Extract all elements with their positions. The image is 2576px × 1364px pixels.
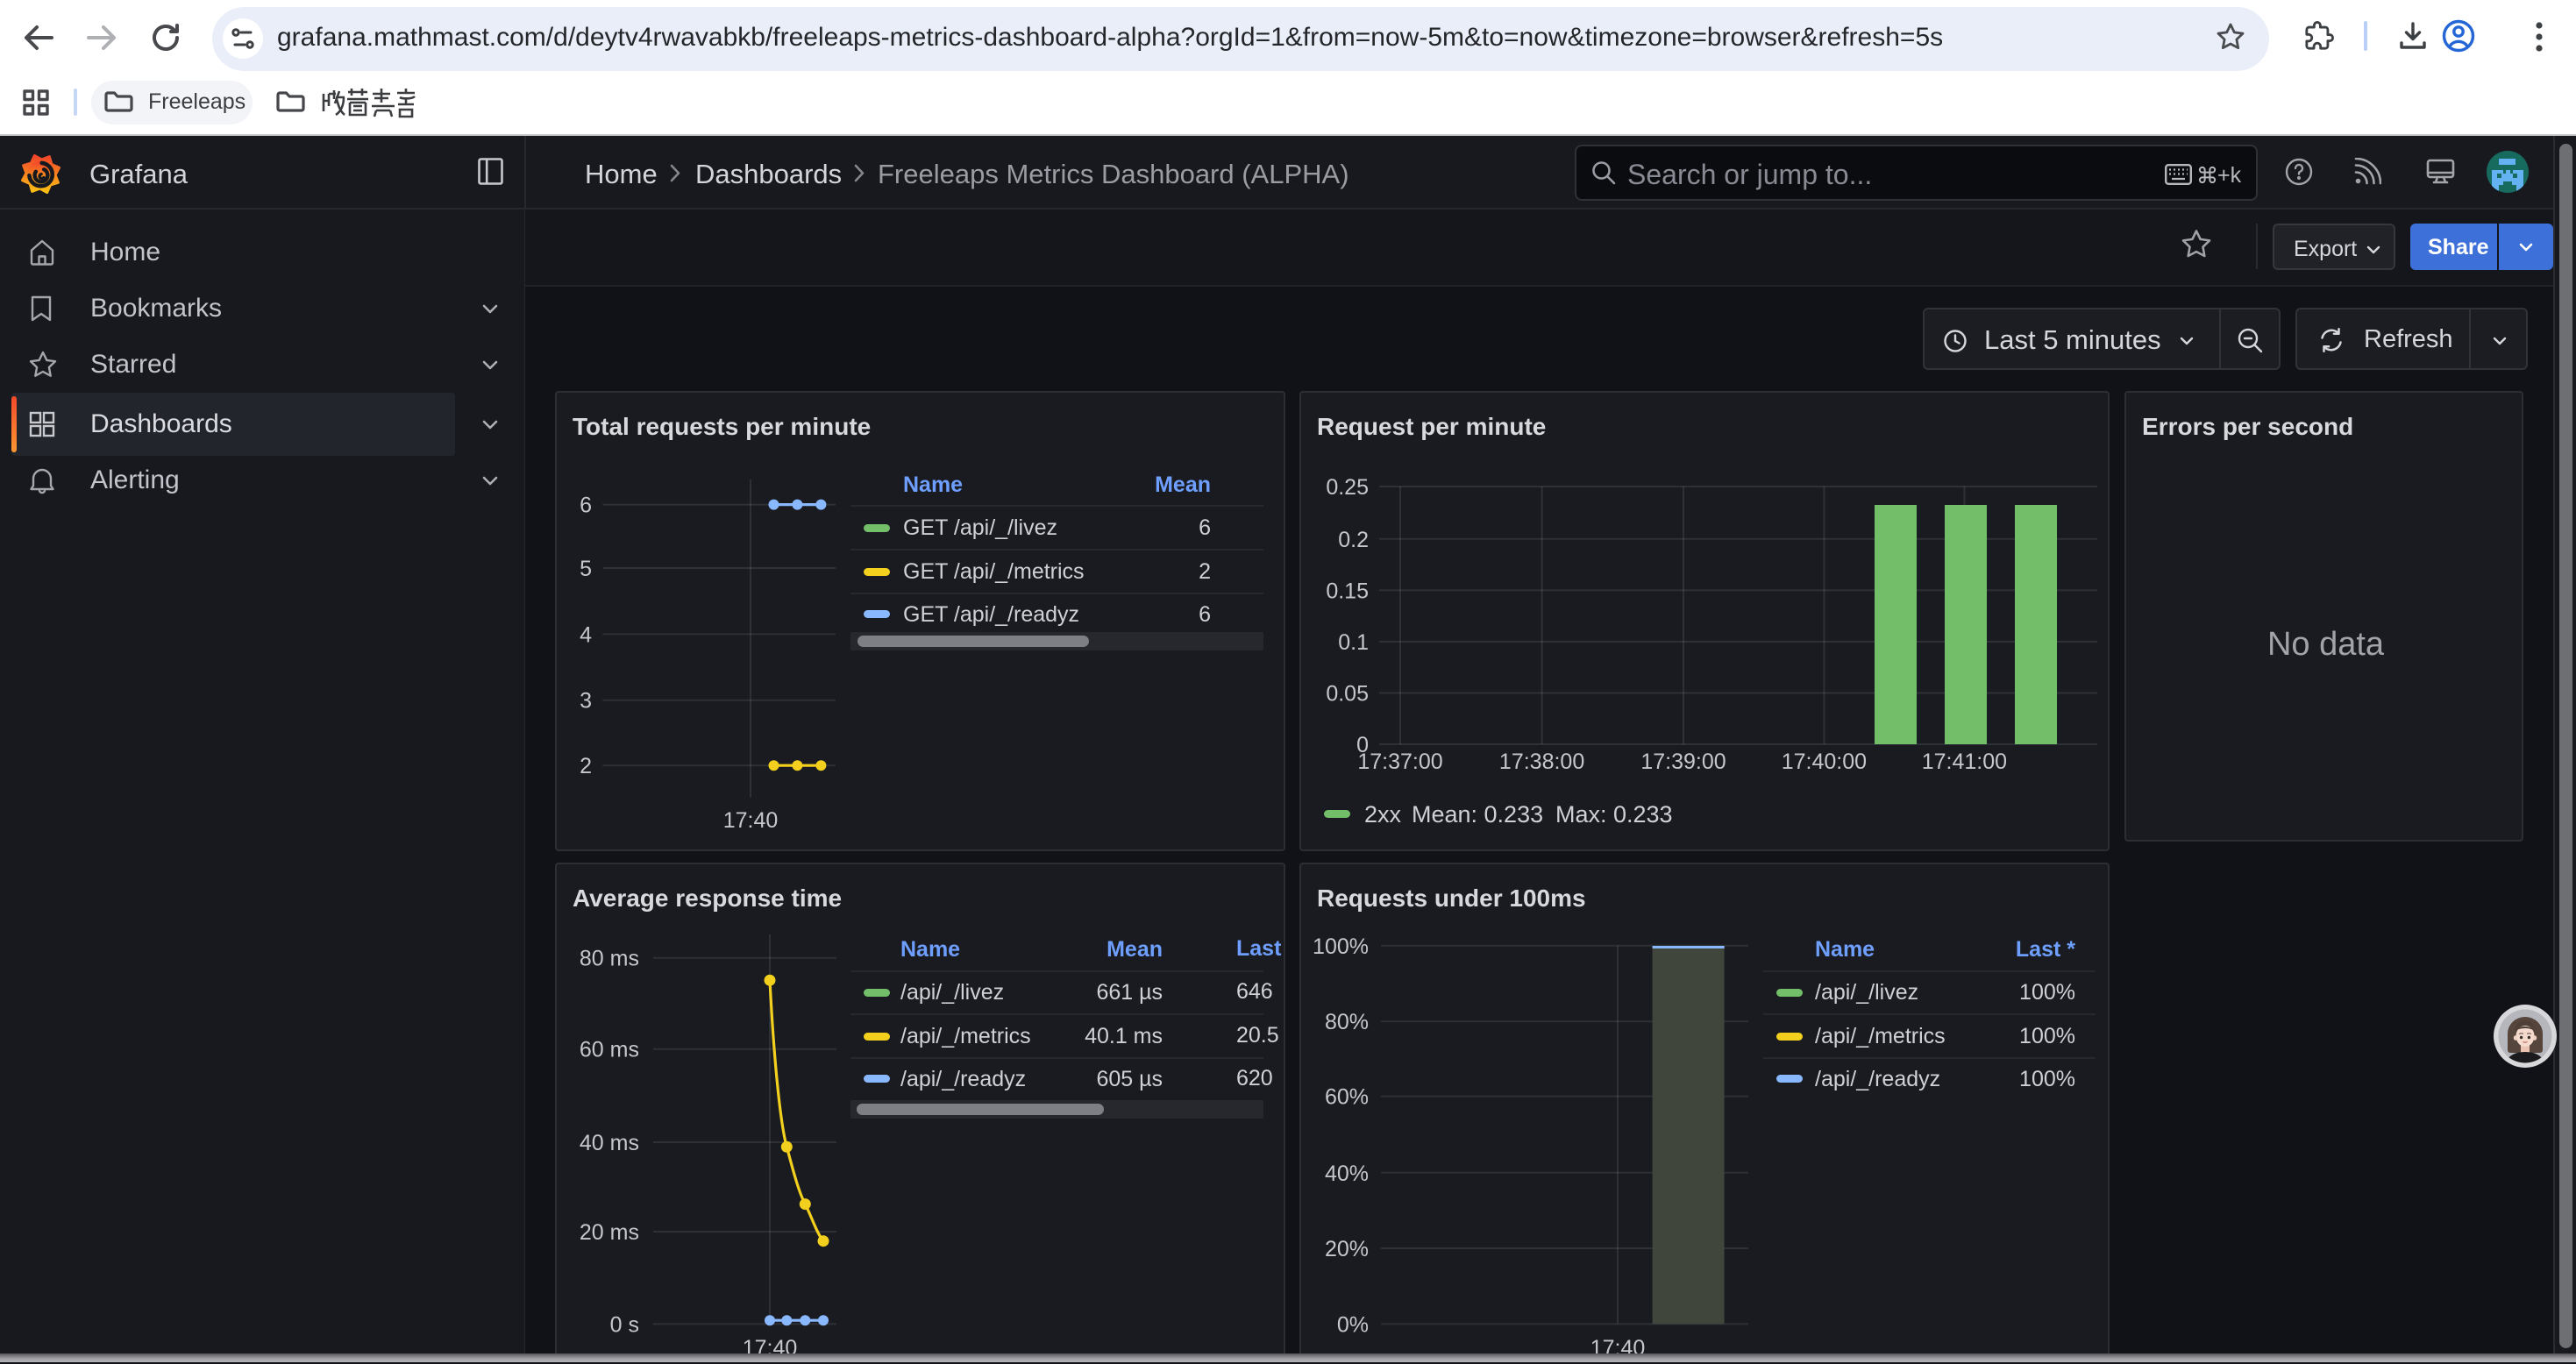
svg-text:40%: 40% (1325, 1162, 1369, 1186)
svg-text:100%: 100% (1313, 934, 1369, 959)
svg-text:6: 6 (580, 494, 592, 518)
svg-text:3: 3 (580, 689, 592, 714)
svg-text:0.1: 0.1 (1338, 630, 1369, 655)
svg-text:0.15: 0.15 (1326, 579, 1369, 603)
svg-text:17:41:00: 17:41:00 (1922, 749, 2007, 774)
svg-text:17:38:00: 17:38:00 (1499, 749, 1584, 774)
svg-text:17:40: 17:40 (723, 808, 779, 833)
svg-text:0 s: 0 s (610, 1312, 639, 1337)
svg-text:80 ms: 80 ms (580, 947, 639, 971)
svg-text:5: 5 (580, 557, 592, 581)
svg-text:0.05: 0.05 (1326, 682, 1369, 707)
svg-text:17:37:00: 17:37:00 (1357, 749, 1442, 774)
svg-text:17:39:00: 17:39:00 (1640, 749, 1726, 774)
svg-text:20 ms: 20 ms (580, 1220, 639, 1245)
svg-text:2: 2 (580, 754, 592, 778)
svg-text:60%: 60% (1325, 1085, 1369, 1110)
svg-text:0.2: 0.2 (1338, 528, 1369, 552)
svg-text:17:40:00: 17:40:00 (1782, 749, 1867, 774)
svg-text:60 ms: 60 ms (580, 1038, 639, 1062)
svg-text:0%: 0% (1337, 1312, 1369, 1337)
svg-text:20%: 20% (1325, 1237, 1369, 1261)
svg-text:0.25: 0.25 (1326, 475, 1369, 500)
svg-text:4: 4 (580, 622, 592, 647)
svg-text:80%: 80% (1325, 1010, 1369, 1034)
svg-text:40 ms: 40 ms (580, 1131, 639, 1155)
